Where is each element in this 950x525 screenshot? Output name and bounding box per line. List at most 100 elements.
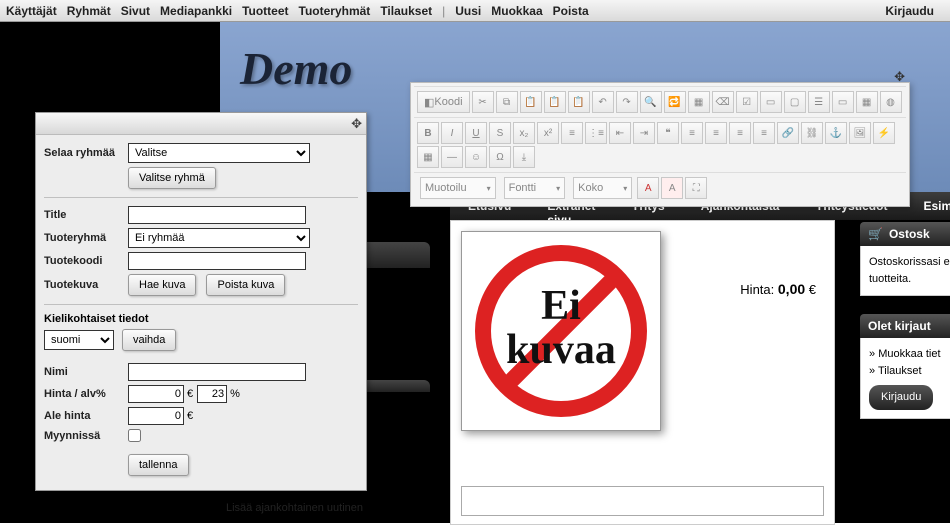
menu-edit[interactable]: Muokkaa — [491, 4, 542, 18]
flash-icon[interactable]: ⚡ — [873, 122, 895, 144]
nav-example[interactable]: Esim — [905, 192, 950, 220]
sale-price-input[interactable] — [128, 407, 184, 425]
bullet-list-icon[interactable]: ⋮≡ — [585, 122, 607, 144]
cut-icon[interactable]: ✂ — [472, 91, 494, 113]
editor-toolbar: ✥ ◧ Koodi ✂ ⧉ 📋 📋 📋 ↶ ↷ 🔍 🔁 ▦ ⌫ ☑ ▭ ▢ ☰ … — [410, 82, 910, 207]
product-group-select[interactable]: Ei ryhmää — [128, 228, 310, 248]
superscript-icon[interactable]: x² — [537, 122, 559, 144]
get-image-button[interactable]: Hae kuva — [128, 274, 196, 296]
replace-icon[interactable]: 🔁 — [664, 91, 686, 113]
editor-move-icon[interactable]: ✥ — [894, 69, 905, 85]
bg-color-icon[interactable]: A — [661, 177, 683, 199]
subscript-icon[interactable]: x₂ — [513, 122, 535, 144]
form-titlebar[interactable]: ✥ — [36, 113, 366, 135]
move-icon[interactable]: ✥ — [351, 116, 362, 132]
menu-groups[interactable]: Ryhmät — [67, 4, 111, 18]
login-button[interactable]: Kirjaudu — [869, 385, 933, 410]
menu-separator: | — [442, 4, 445, 18]
product-desc-input[interactable] — [461, 486, 824, 516]
redo-icon[interactable]: ↷ — [616, 91, 638, 113]
align-left-icon[interactable]: ≡ — [681, 122, 703, 144]
menu-orders[interactable]: Tilaukset — [380, 4, 432, 18]
title-label: Title — [44, 209, 128, 221]
find-icon[interactable]: 🔍 — [640, 91, 662, 113]
menu-delete[interactable]: Poista — [553, 4, 589, 18]
orders-link[interactable]: Tilaukset — [878, 365, 922, 377]
language-select[interactable]: suomi — [44, 330, 114, 350]
menu-pages[interactable]: Sivut — [121, 4, 150, 18]
menu-users[interactable]: Käyttäjät — [6, 4, 57, 18]
underline-icon[interactable]: U — [465, 122, 487, 144]
select-icon[interactable]: ☰ — [808, 91, 830, 113]
outdent-icon[interactable]: ⇤ — [609, 122, 631, 144]
special-char-icon[interactable]: Ω — [489, 146, 511, 168]
justify-icon[interactable]: ≡ — [753, 122, 775, 144]
sale-price-label: Ale hinta — [44, 410, 128, 422]
copy-icon[interactable]: ⧉ — [496, 91, 518, 113]
maximize-icon[interactable]: ⛶ — [685, 177, 707, 199]
font-select[interactable]: Fontti▾ — [504, 177, 566, 199]
save-button[interactable]: tallenna — [128, 454, 189, 476]
paste-icon[interactable]: 📋 — [520, 91, 542, 113]
text-color-icon[interactable]: A — [637, 177, 659, 199]
align-right-icon[interactable]: ≡ — [729, 122, 751, 144]
site-title: Demo — [240, 42, 352, 95]
hr-icon[interactable]: ― — [441, 146, 463, 168]
page-break-icon[interactable]: ⤓ — [513, 146, 535, 168]
link-icon[interactable]: 🔗 — [777, 122, 799, 144]
quote-icon[interactable]: ❝ — [657, 122, 679, 144]
no-image-placeholder: Ei kuvaa — [461, 231, 661, 431]
menu-login[interactable]: Kirjaudu — [885, 4, 934, 18]
unlink-icon[interactable]: ⛓ — [801, 122, 823, 144]
delete-image-button[interactable]: Poista kuva — [206, 274, 285, 296]
product-code-label: Tuotekoodi — [44, 255, 128, 267]
menu-productgroups[interactable]: Tuoteryhmät — [299, 4, 371, 18]
cart-header: 🛒 Ostosk — [860, 222, 950, 246]
select-all-icon[interactable]: ▦ — [688, 91, 710, 113]
bold-icon[interactable]: B — [417, 122, 439, 144]
strike-icon[interactable]: S — [489, 122, 511, 144]
change-lang-button[interactable]: vaihda — [122, 329, 176, 351]
edit-info-link[interactable]: Muokkaa tiet — [878, 348, 940, 360]
paste-text-icon[interactable]: 📋 — [544, 91, 566, 113]
price-input[interactable] — [128, 385, 184, 403]
undo-icon[interactable]: ↶ — [592, 91, 614, 113]
remove-format-icon[interactable]: ⌫ — [712, 91, 734, 113]
onsale-checkbox[interactable] — [128, 429, 141, 442]
italic-icon[interactable]: I — [441, 122, 463, 144]
add-news-link[interactable]: Lisää ajankohtainen uutinen — [226, 502, 363, 514]
hidden-field-icon[interactable]: ◍ — [880, 91, 902, 113]
select-group-button[interactable]: Valitse ryhmä — [128, 167, 216, 189]
menu-media[interactable]: Mediapankki — [160, 4, 232, 18]
name-label: Nimi — [44, 366, 128, 378]
eur-unit-2: € — [187, 410, 193, 422]
indent-icon[interactable]: ⇥ — [633, 122, 655, 144]
source-button[interactable]: ◧ Koodi — [417, 91, 470, 113]
textarea-icon[interactable]: ▢ — [784, 91, 806, 113]
product-price: Hinta: 0,00 € — [740, 281, 816, 297]
format-select[interactable]: Muotoilu▾ — [420, 177, 496, 199]
product-code-input[interactable] — [128, 252, 306, 270]
table-icon[interactable]: ▦ — [417, 146, 439, 168]
numbered-list-icon[interactable]: ≡ — [561, 122, 583, 144]
button-icon[interactable]: ▭ — [832, 91, 854, 113]
name-input[interactable] — [128, 363, 306, 381]
vat-input[interactable] — [197, 385, 227, 403]
onsale-label: Myynnissä — [44, 430, 128, 442]
lang-section-title: Kielikohtaiset tiedot — [44, 313, 358, 325]
align-center-icon[interactable]: ≡ — [705, 122, 727, 144]
browse-group-select[interactable]: Valitse — [128, 143, 310, 163]
top-menu-bar: Käyttäjät Ryhmät Sivut Mediapankki Tuott… — [0, 0, 950, 22]
anchor-icon[interactable]: ⚓ — [825, 122, 847, 144]
title-input[interactable] — [128, 206, 306, 224]
image-button-icon[interactable]: ▦ — [856, 91, 878, 113]
size-select[interactable]: Koko▾ — [573, 177, 632, 199]
menu-new[interactable]: Uusi — [455, 4, 481, 18]
cart-icon: 🛒 — [868, 227, 883, 241]
image-icon[interactable]: 🖼 — [849, 122, 871, 144]
checkbox-icon[interactable]: ☑ — [736, 91, 758, 113]
textfield-icon[interactable]: ▭ — [760, 91, 782, 113]
menu-products[interactable]: Tuotteet — [242, 4, 288, 18]
smiley-icon[interactable]: ☺ — [465, 146, 487, 168]
paste-word-icon[interactable]: 📋 — [568, 91, 590, 113]
